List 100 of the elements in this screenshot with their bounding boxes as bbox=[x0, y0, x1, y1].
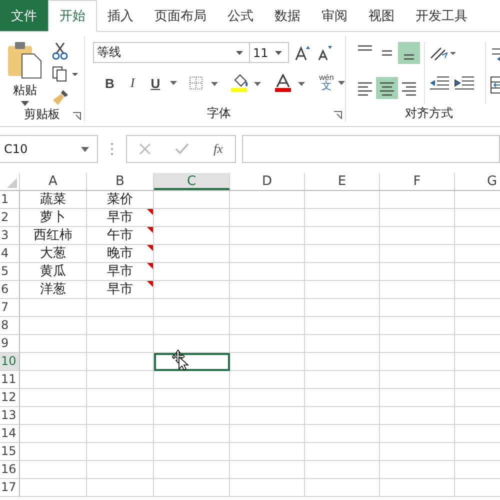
table-cell[interactable] bbox=[230, 407, 305, 425]
table-cell[interactable] bbox=[154, 443, 230, 461]
table-cell[interactable] bbox=[87, 479, 154, 497]
row-header[interactable]: 10 bbox=[0, 353, 20, 371]
table-cell[interactable] bbox=[305, 281, 380, 299]
table-cell[interactable] bbox=[230, 245, 305, 263]
caret-icon[interactable] bbox=[21, 101, 29, 106]
table-cell[interactable] bbox=[87, 335, 154, 353]
table-cell[interactable] bbox=[380, 443, 455, 461]
table-cell[interactable] bbox=[305, 299, 380, 317]
row-header[interactable]: 14 bbox=[0, 425, 20, 443]
ribbon-tab[interactable]: 页面布局 bbox=[144, 0, 217, 31]
table-cell[interactable] bbox=[230, 209, 305, 227]
decrease-font-size-icon[interactable] bbox=[317, 44, 333, 60]
table-cell[interactable] bbox=[20, 335, 87, 353]
ribbon-tab[interactable]: 审阅 bbox=[311, 0, 358, 31]
table-cell[interactable] bbox=[87, 407, 154, 425]
column-header[interactable]: E bbox=[305, 173, 380, 190]
row-header[interactable]: 1 bbox=[0, 191, 20, 209]
table-cell[interactable] bbox=[230, 371, 305, 389]
table-cell[interactable] bbox=[20, 425, 87, 443]
column-header[interactable]: D bbox=[230, 173, 305, 190]
table-cell[interactable] bbox=[154, 479, 230, 497]
caret-icon[interactable] bbox=[236, 50, 243, 54]
table-cell[interactable] bbox=[380, 191, 455, 209]
table-cell[interactable] bbox=[87, 443, 154, 461]
table-cell[interactable] bbox=[380, 389, 455, 407]
table-cell[interactable]: 早市 bbox=[87, 281, 154, 299]
table-cell[interactable] bbox=[87, 389, 154, 407]
align-center-button[interactable] bbox=[376, 77, 398, 99]
table-cell[interactable] bbox=[20, 299, 87, 317]
row-header[interactable]: 5 bbox=[0, 263, 20, 281]
table-cell[interactable] bbox=[154, 317, 230, 335]
row-header[interactable]: 15 bbox=[0, 443, 20, 461]
table-cell[interactable] bbox=[20, 443, 87, 461]
table-cell[interactable]: 黄瓜 bbox=[20, 263, 87, 281]
table-cell[interactable] bbox=[230, 443, 305, 461]
underline-button[interactable]: U bbox=[144, 74, 166, 92]
ribbon-tab[interactable]: 开发工具 bbox=[405, 0, 478, 31]
table-cell[interactable] bbox=[154, 245, 230, 263]
table-cell[interactable] bbox=[380, 407, 455, 425]
table-cell[interactable] bbox=[305, 443, 380, 461]
increase-font-size-icon[interactable] bbox=[295, 44, 311, 60]
column-header[interactable]: F bbox=[380, 173, 455, 190]
table-cell[interactable] bbox=[154, 425, 230, 443]
check-icon[interactable] bbox=[175, 143, 190, 155]
ribbon-tab[interactable]: 视图 bbox=[358, 0, 405, 31]
table-cell[interactable] bbox=[380, 299, 455, 317]
ribbon-tab[interactable]: 公式 bbox=[217, 0, 264, 31]
table-cell[interactable] bbox=[305, 191, 380, 209]
table-cell[interactable] bbox=[230, 389, 305, 407]
table-cell[interactable] bbox=[380, 209, 455, 227]
format-painter-icon[interactable] bbox=[52, 88, 70, 106]
table-cell[interactable] bbox=[305, 389, 380, 407]
table-cell[interactable]: 早市 bbox=[87, 209, 154, 227]
table-cell[interactable] bbox=[305, 317, 380, 335]
row-header[interactable]: 6 bbox=[0, 281, 20, 299]
table-cell[interactable] bbox=[230, 353, 305, 371]
table-cell[interactable]: 蔬菜 bbox=[20, 191, 87, 209]
font-color-icon[interactable] bbox=[275, 74, 308, 92]
ribbon-tab[interactable]: 开始 bbox=[48, 0, 97, 32]
table-cell[interactable] bbox=[380, 263, 455, 281]
table-cell[interactable] bbox=[154, 407, 230, 425]
dropdown-arrow-icon[interactable] bbox=[170, 81, 178, 85]
dropdown-arrow-icon[interactable] bbox=[338, 81, 345, 85]
table-cell[interactable] bbox=[87, 461, 154, 479]
table-cell[interactable]: 午市 bbox=[87, 227, 154, 245]
table-cell[interactable] bbox=[305, 227, 380, 245]
table-cell[interactable] bbox=[230, 335, 305, 353]
table-cell[interactable] bbox=[230, 461, 305, 479]
table-cell[interactable] bbox=[230, 281, 305, 299]
row-header[interactable]: 11 bbox=[0, 371, 20, 389]
ribbon-tab[interactable]: 插入 bbox=[97, 0, 144, 31]
column-header[interactable]: G bbox=[455, 173, 500, 190]
table-cell[interactable] bbox=[154, 461, 230, 479]
table-cell[interactable]: 晚市 bbox=[87, 245, 154, 263]
table-cell[interactable] bbox=[305, 371, 380, 389]
table-cell[interactable] bbox=[230, 263, 305, 281]
paste-button[interactable]: 粘贴 bbox=[6, 40, 44, 106]
table-cell[interactable] bbox=[20, 317, 87, 335]
table-cell[interactable]: 大葱 bbox=[20, 245, 87, 263]
font-name-dropdown[interactable]: 等线 bbox=[93, 42, 250, 63]
table-cell[interactable] bbox=[154, 371, 230, 389]
table-cell[interactable] bbox=[154, 191, 230, 209]
name-box[interactable]: C10 bbox=[0, 135, 98, 163]
table-cell[interactable] bbox=[154, 281, 230, 299]
fill-color-icon[interactable] bbox=[231, 74, 264, 92]
copy-icon[interactable] bbox=[52, 66, 80, 82]
table-cell[interactable] bbox=[154, 389, 230, 407]
table-cell[interactable] bbox=[380, 479, 455, 497]
table-cell[interactable] bbox=[20, 371, 87, 389]
table-cell[interactable] bbox=[380, 227, 455, 245]
table-cell[interactable] bbox=[305, 425, 380, 443]
dialog-launcher-icon[interactable] bbox=[73, 112, 81, 120]
borders-icon[interactable] bbox=[189, 76, 220, 90]
table-cell[interactable] bbox=[20, 407, 87, 425]
table-cell[interactable] bbox=[230, 425, 305, 443]
table-cell[interactable] bbox=[87, 425, 154, 443]
dialog-launcher-icon[interactable] bbox=[334, 111, 342, 119]
table-cell[interactable] bbox=[305, 245, 380, 263]
